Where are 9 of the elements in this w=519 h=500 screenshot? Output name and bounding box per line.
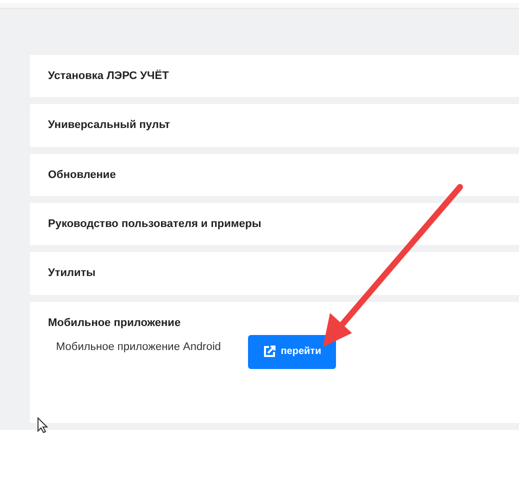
section-title[interactable]: Утилиты — [48, 267, 501, 280]
section-title[interactable]: Установка ЛЭРС УЧЁТ — [48, 70, 501, 82]
item-label: Мобильное приложение Android — [56, 340, 222, 353]
external-link-icon — [262, 345, 276, 358]
open-button[interactable]: перейти — [248, 334, 336, 369]
section-title[interactable]: Обновление — [48, 168, 501, 181]
section-title[interactable]: Руководство пользователя и примеры — [48, 218, 501, 230]
section-title[interactable]: Мобильное приложение — [48, 316, 501, 329]
section-title[interactable]: Универсальный пульт — [48, 119, 501, 132]
